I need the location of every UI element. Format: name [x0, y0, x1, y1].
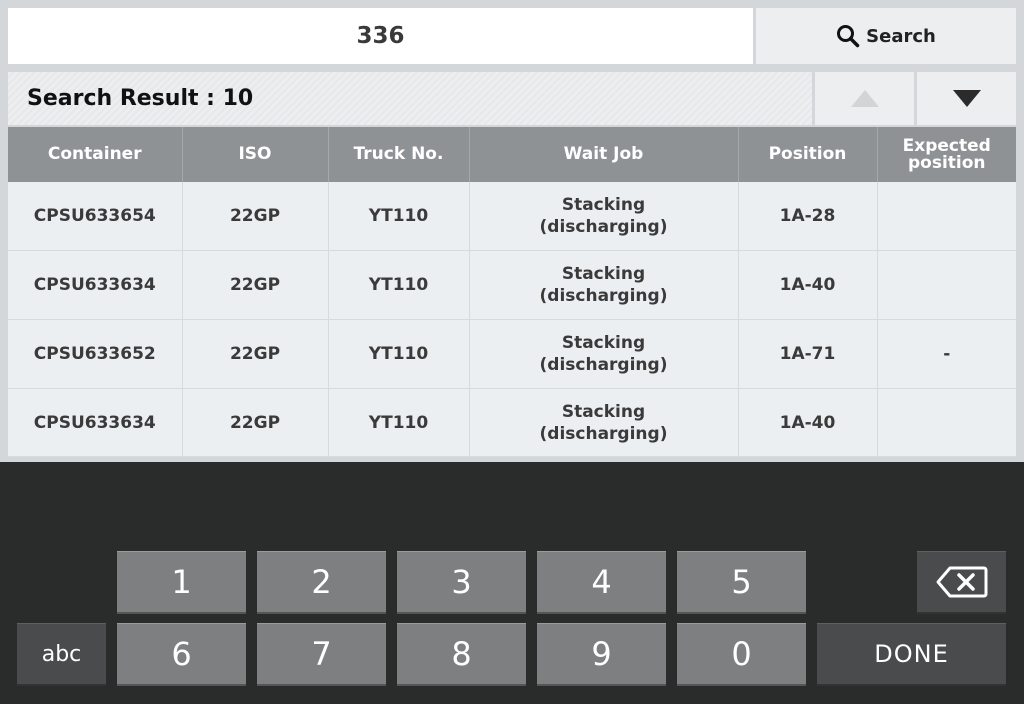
backspace-icon	[936, 566, 987, 598]
cell-truck: YT110	[328, 388, 470, 457]
key-7[interactable]: 7	[257, 623, 386, 686]
cell-iso: 22GP	[182, 182, 329, 251]
key-5[interactable]: 5	[677, 551, 806, 614]
key-8[interactable]: 8	[397, 623, 526, 686]
wait-job-sub-label: (discharging)	[539, 355, 668, 375]
key-9[interactable]: 9	[537, 623, 666, 686]
backspace-key[interactable]	[917, 551, 1006, 614]
column-header-expected-position-label: Expected position	[902, 135, 991, 173]
cell-container: CPSU633634	[8, 250, 183, 320]
cell-wait-job: Stacking (discharging)	[469, 319, 739, 389]
table-row[interactable]: CPSU633652 22GP YT110 Stacking (discharg…	[8, 319, 1016, 389]
column-header-container: Container	[8, 127, 183, 182]
wait-job-sub-label: (discharging)	[539, 423, 668, 444]
search-result-bar: Search Result : 10	[8, 72, 812, 125]
cell-iso: 22GP	[182, 319, 329, 389]
wait-job-sub-label: (discharging)	[539, 286, 668, 306]
column-header-expected-position: Expected position	[877, 127, 1016, 182]
key-1[interactable]: 1	[117, 551, 246, 614]
cell-position: 1A-40	[738, 250, 878, 320]
search-icon	[837, 25, 860, 48]
search-input-value: 336	[356, 23, 405, 49]
cell-wait-job: Stacking (discharging)	[469, 250, 739, 320]
cell-expected-position: -	[877, 319, 1016, 389]
column-header-truck-no: Truck No.	[328, 127, 470, 182]
column-header-wait-job: Wait Job	[469, 127, 739, 182]
triangle-up-icon	[850, 90, 879, 107]
cell-iso: 22GP	[182, 388, 329, 457]
search-button-label: Search	[866, 25, 936, 47]
cell-wait-job: Stacking (discharging)	[469, 182, 739, 251]
scroll-down-button[interactable]	[917, 72, 1016, 125]
cell-truck: YT110	[328, 182, 470, 251]
abc-key[interactable]: abc	[17, 623, 106, 686]
numeric-keyboard: 1 2 3 4 5 abc 6 7 8 9 0 DONE	[0, 462, 1024, 704]
cell-position: 1A-40	[738, 388, 878, 457]
column-header-iso: ISO	[182, 127, 329, 182]
cell-container: CPSU633634	[8, 388, 183, 457]
cell-expected-position	[877, 250, 1016, 320]
search-result-count: Search Result : 10	[27, 86, 254, 111]
cell-position: 1A-71	[738, 319, 878, 389]
cell-truck: YT110	[328, 250, 470, 320]
cell-position: 1A-28	[738, 182, 878, 251]
table-row[interactable]: CPSU633654 22GP YT110 Stacking (discharg…	[8, 182, 1016, 251]
cell-expected-position	[877, 388, 1016, 457]
column-header-position: Position	[738, 127, 878, 182]
triangle-down-icon	[952, 90, 981, 107]
done-button[interactable]: DONE	[817, 623, 1006, 686]
wait-job-label: Stacking	[561, 401, 646, 422]
cell-container: CPSU633654	[8, 182, 183, 251]
cell-container: CPSU633652	[8, 319, 183, 389]
key-6[interactable]: 6	[117, 623, 246, 686]
cell-expected-position	[877, 182, 1016, 251]
key-0[interactable]: 0	[677, 623, 806, 686]
wait-job-label: Stacking	[561, 264, 646, 284]
search-button[interactable]: Search	[756, 8, 1016, 64]
wait-job-label: Stacking	[561, 195, 646, 215]
search-input[interactable]: 336	[8, 8, 753, 64]
cell-truck: YT110	[328, 319, 470, 389]
wait-job-label: Stacking	[561, 333, 646, 353]
table-row[interactable]: CPSU633634 22GP YT110 Stacking (discharg…	[8, 250, 1016, 320]
scroll-up-button[interactable]	[815, 72, 914, 125]
key-2[interactable]: 2	[257, 551, 386, 614]
table-header-row: Container ISO Truck No. Wait Job Positio…	[8, 127, 1016, 182]
wait-job-sub-label: (discharging)	[539, 217, 668, 237]
result-table: Container ISO Truck No. Wait Job Positio…	[8, 127, 1016, 457]
key-4[interactable]: 4	[537, 551, 666, 614]
key-3[interactable]: 3	[397, 551, 526, 614]
table-row[interactable]: CPSU633634 22GP YT110 Stacking (discharg…	[8, 388, 1016, 457]
cell-wait-job: Stacking (discharging)	[469, 388, 739, 457]
search-panel: 336 Search Search Result : 10 Container …	[0, 0, 1024, 462]
cell-iso: 22GP	[182, 250, 329, 320]
